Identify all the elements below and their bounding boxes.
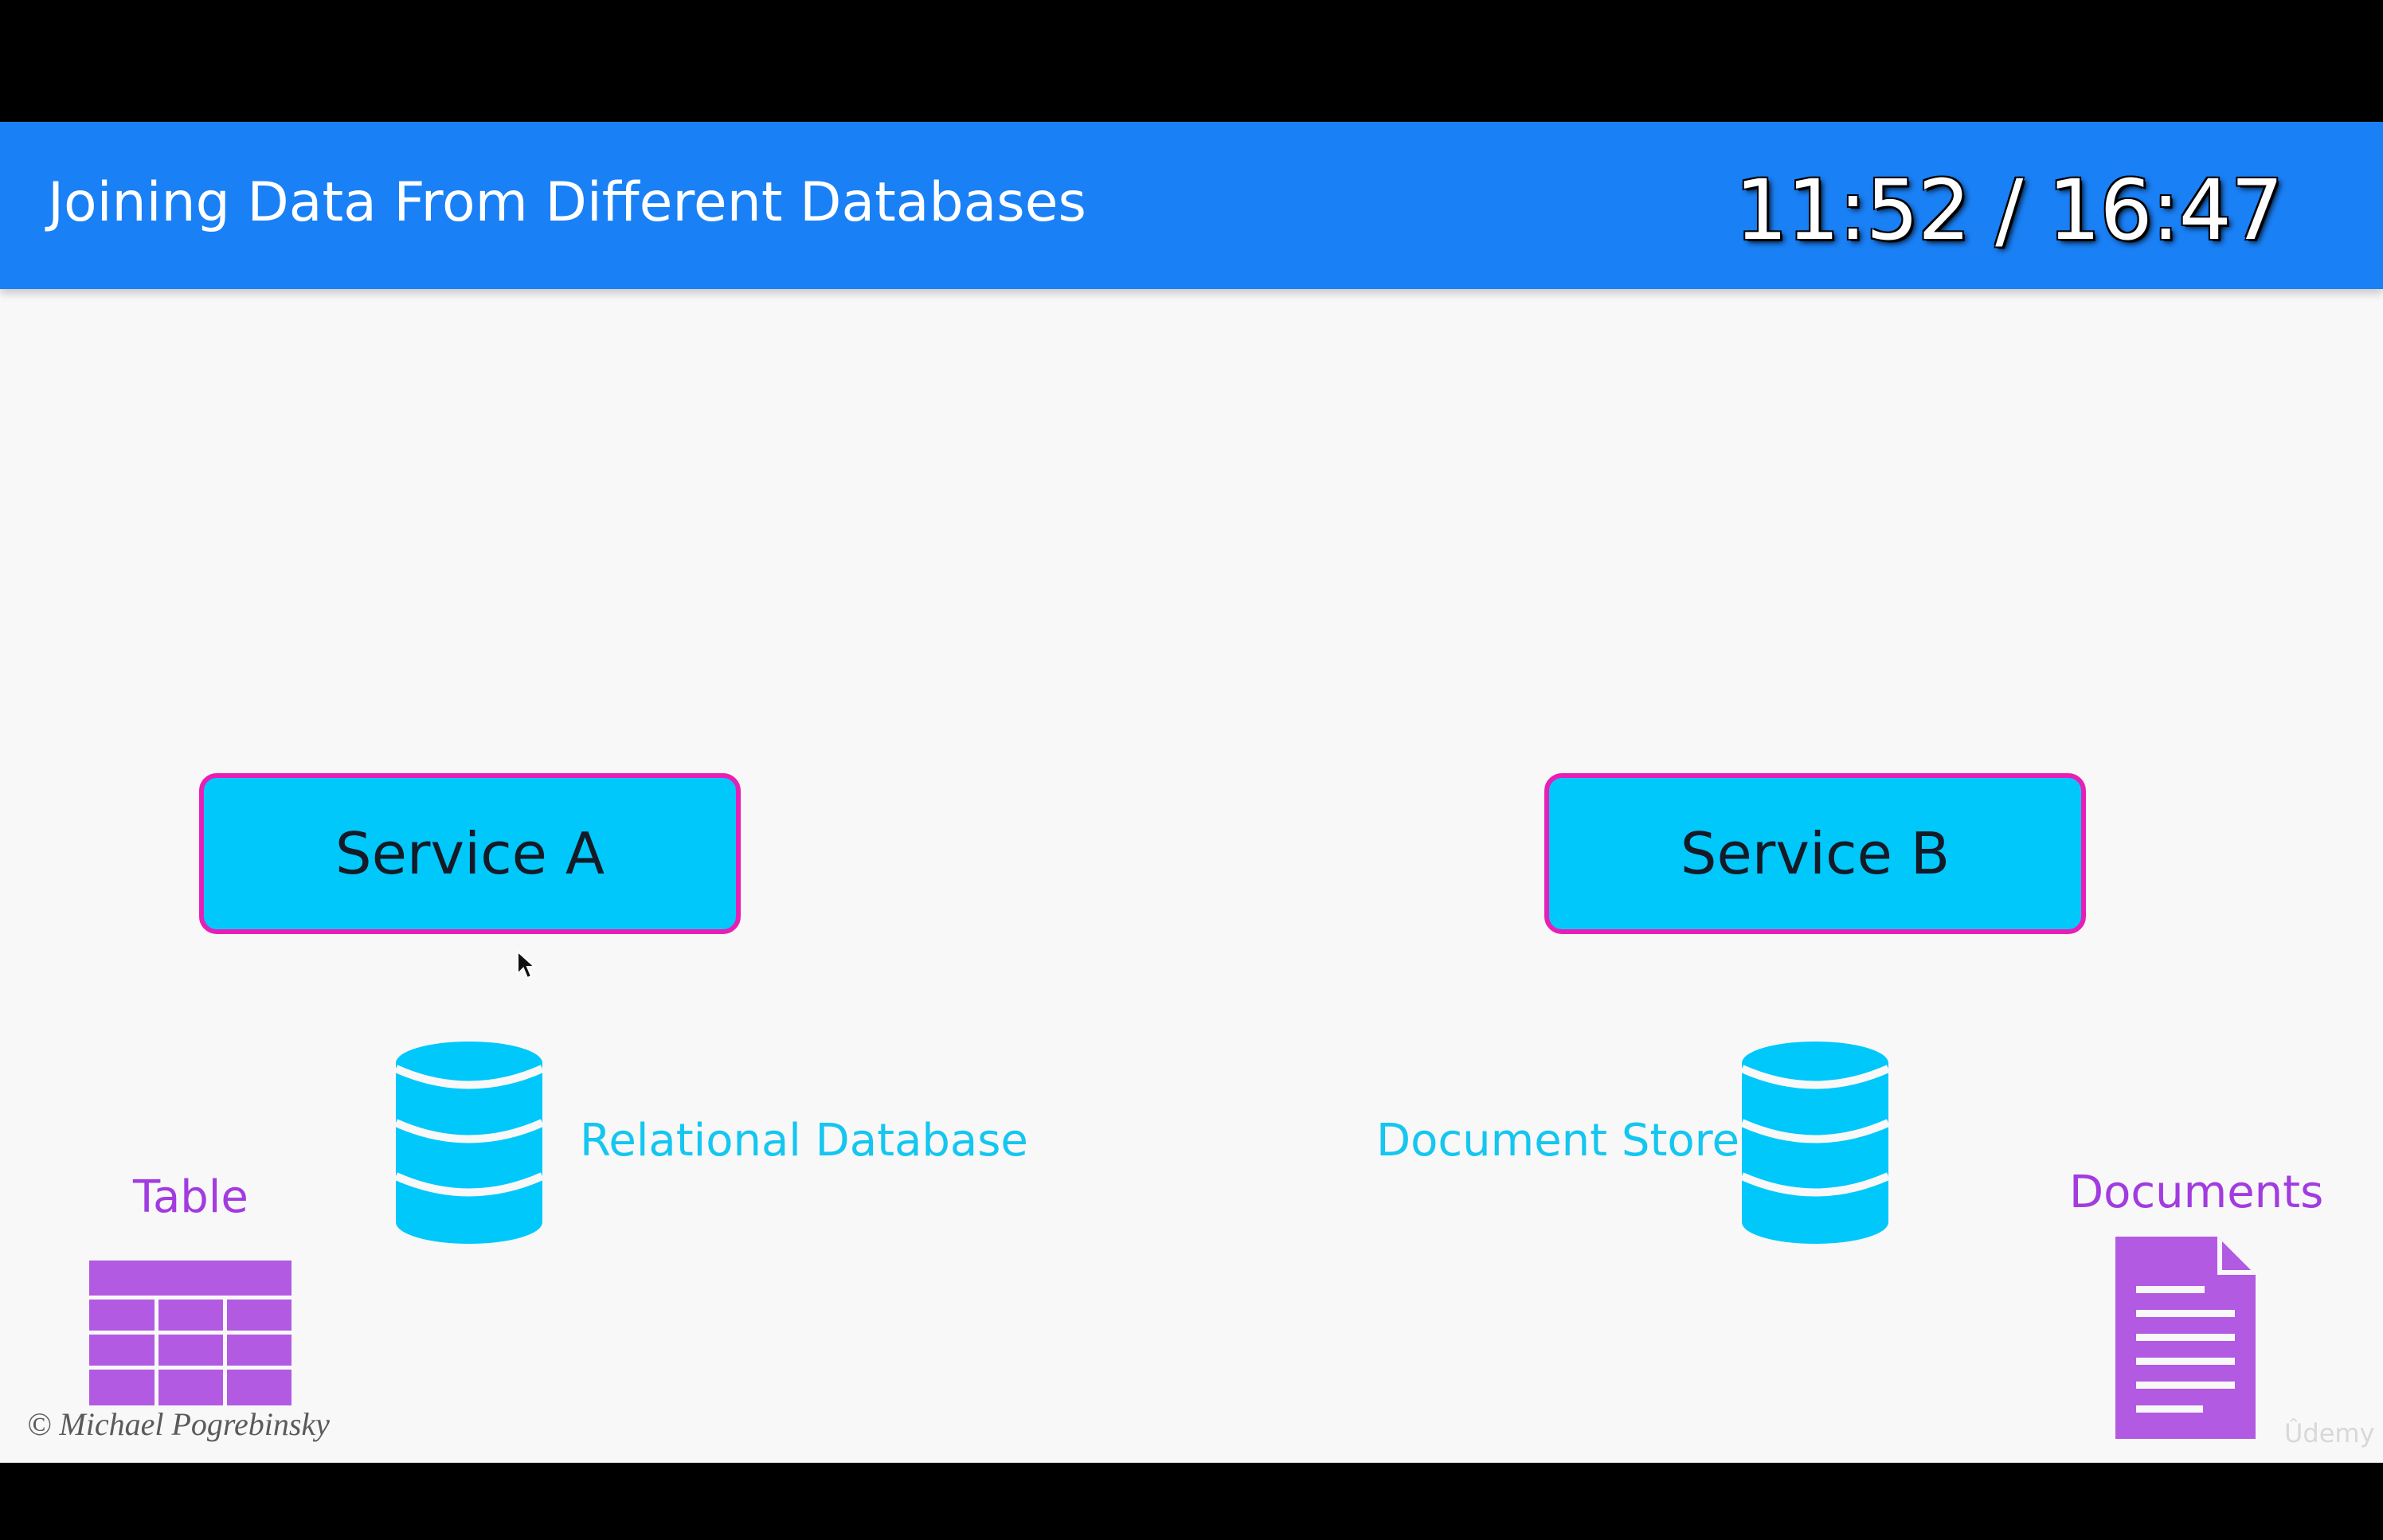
slide-header: Joining Data From Different Databases 11…	[0, 122, 2383, 289]
mouse-pointer-icon	[517, 950, 535, 979]
relational-database-label: Relational Database	[580, 1115, 1028, 1167]
table-grid-icon	[89, 1261, 292, 1405]
service-b-label: Service B	[1680, 820, 1951, 887]
video-timestamp: 11:52 / 16:47	[1735, 162, 2283, 259]
document-page-icon	[2115, 1237, 2256, 1439]
service-b-box: Service B	[1544, 773, 2086, 934]
service-a-box: Service A	[199, 773, 741, 934]
document-store-label: Document Store	[1376, 1115, 1739, 1167]
slide-title: Joining Data From Different Databases	[48, 171, 1086, 234]
udemy-watermark: Ûdemy	[2284, 1418, 2375, 1448]
relational-database-icon	[393, 1042, 545, 1244]
video-letterbox-bottom	[0, 1463, 2383, 1540]
service-a-label: Service A	[335, 820, 605, 887]
video-letterbox-top	[0, 0, 2383, 122]
table-label: Table	[133, 1171, 248, 1223]
copyright-notice: © Michael Pogrebinsky	[27, 1406, 330, 1442]
document-store-database-icon	[1739, 1042, 1891, 1244]
video-slide: Joining Data From Different Databases 11…	[0, 122, 2383, 1463]
documents-label: Documents	[2069, 1167, 2324, 1218]
